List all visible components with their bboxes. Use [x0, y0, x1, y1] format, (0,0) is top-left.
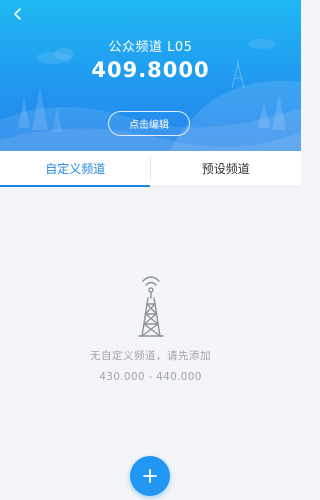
- channel-frequency: 409.8000: [91, 58, 210, 82]
- channel-header: 公众频道 L05 409.8000 点击编辑: [0, 0, 301, 151]
- channel-screen: 公众频道 L05 409.8000 点击编辑 自定义频道 预设频道 无自定义频道…: [0, 0, 301, 500]
- frequency-range: 430.000 - 440.000: [99, 371, 202, 383]
- tab-preset-channels[interactable]: 预设频道: [151, 151, 302, 186]
- chevron-left-icon: [14, 8, 21, 20]
- tab-custom-channels[interactable]: 自定义频道: [0, 151, 151, 187]
- back-button[interactable]: [8, 4, 28, 24]
- channel-tabs: 自定义频道 预设频道: [0, 151, 301, 187]
- active-tab-indicator: [0, 185, 150, 187]
- radio-tower-icon: [137, 276, 164, 337]
- channel-title: 公众频道 L05: [108, 40, 193, 55]
- empty-message: 无自定义频道，请先添加: [90, 350, 211, 362]
- plus-icon: [143, 469, 157, 483]
- tab-label: 预设频道: [201, 162, 250, 176]
- tab-label: 自定义频道: [45, 162, 106, 176]
- tab-divider: [150, 157, 151, 181]
- empty-state: 无自定义频道，请先添加 430.000 - 440.000: [0, 272, 301, 383]
- edit-button[interactable]: 点击编辑: [108, 111, 190, 136]
- add-channel-button[interactable]: [130, 456, 170, 496]
